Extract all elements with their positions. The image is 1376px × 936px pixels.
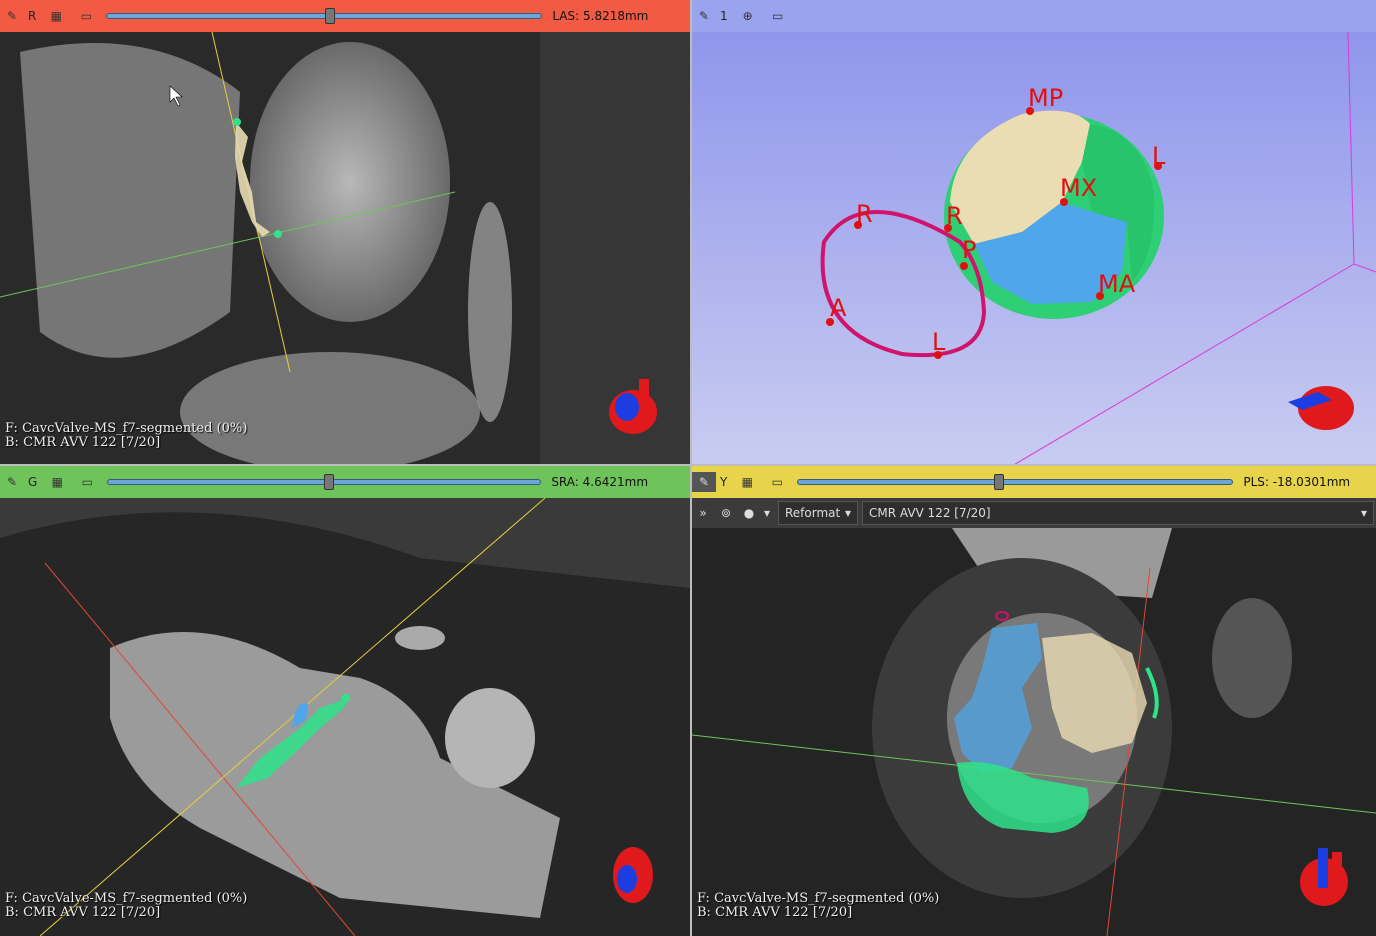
reformat-button[interactable]: Reformat ▾ — [778, 501, 858, 525]
eye-icon[interactable]: ● — [738, 506, 760, 520]
red-slice-controller: ✎ R ▦ ▭ LAS: 5.8218mm — [0, 0, 690, 32]
3d-render: MP L MX R P MA R A L — [692, 32, 1376, 466]
yellow-slice-view[interactable]: ✎ Y ▦ ▭ PLS: -18.0301mm » ⊚ ● ▾ Reformat… — [692, 466, 1376, 936]
link-icon[interactable]: ⊚ — [714, 506, 738, 520]
maximize-icon[interactable]: ▭ — [765, 472, 789, 492]
slice-offset-slider[interactable] — [106, 8, 543, 24]
threed-view[interactable]: ✎ 1 ⊕ ▭ MP L MX R P MA R A L — [692, 0, 1376, 466]
maximize-icon[interactable]: ▭ — [75, 472, 99, 492]
layer-info: F: CavcValve-MS_f7-segmented (0%) B: CMR… — [5, 892, 247, 920]
threed-view-controller: ✎ 1 ⊕ ▭ — [692, 0, 1376, 32]
layer-info: F: CavcValve-MS_f7-segmented (0%) B: CMR… — [5, 422, 247, 450]
landmark-label: MA — [1098, 270, 1136, 298]
pin-icon[interactable]: ✎ — [0, 6, 24, 26]
landmark-label: MX — [1060, 174, 1097, 202]
yellow-slice-controller: ✎ Y ▦ ▭ PLS: -18.0301mm — [692, 466, 1376, 498]
slice-offset-slider[interactable] — [107, 474, 542, 490]
green-slice-view[interactable]: ✎ G ▦ ▭ SRA: 4.6421mm F: CavcValve-MS_f7… — [0, 466, 690, 936]
maximize-icon[interactable]: ▭ — [74, 6, 98, 26]
expand-icon[interactable]: » — [692, 506, 714, 520]
pin-icon[interactable]: ✎ — [0, 472, 24, 492]
background-layer-info: B: CMR AVV 122 [7/20] — [697, 905, 853, 920]
foreground-layer-info: F: CavcValve-MS_f7-segmented (0%) — [5, 421, 248, 436]
slider-handle[interactable] — [325, 8, 336, 24]
volume-selector-value: CMR AVV 122 [7/20] — [869, 506, 991, 520]
volume-selector[interactable]: CMR AVV 122 [7/20] ▾ — [862, 501, 1374, 525]
slider-handle[interactable] — [324, 474, 335, 490]
yellow-image-area[interactable]: F: CavcValve-MS_f7-segmented (0%) B: CMR… — [692, 528, 1376, 936]
slice-offset-readout: PLS: -18.0301mm — [1243, 475, 1351, 489]
vertical-divider[interactable] — [690, 0, 692, 936]
link-icon[interactable]: ▦ — [735, 472, 759, 492]
slice-offset-readout: LAS: 5.8218mm — [552, 9, 649, 23]
landmark-label: P — [962, 236, 976, 264]
view-label: Y — [720, 475, 728, 489]
red-image-area[interactable]: F: CavcValve-MS_f7-segmented (0%) B: CMR… — [0, 32, 690, 466]
view-label: G — [28, 475, 38, 489]
green-slice-controller: ✎ G ▦ ▭ SRA: 4.6421mm — [0, 466, 690, 498]
background-layer-info: B: CMR AVV 122 [7/20] — [5, 435, 161, 450]
center-view-icon[interactable]: ⊕ — [736, 6, 760, 26]
slice-offset-readout: SRA: 4.6421mm — [551, 475, 649, 489]
red-slice-view[interactable]: ✎ R ▦ ▭ LAS: 5.8218mm F: CavcValve-MS_f7… — [0, 0, 690, 466]
mri-image — [692, 528, 1376, 936]
chevron-down-icon[interactable]: ▾ — [760, 506, 774, 520]
mri-image — [0, 32, 690, 466]
view-label: 1 — [720, 9, 728, 23]
slider-handle[interactable] — [994, 474, 1005, 490]
threed-render-area[interactable]: MP L MX R P MA R A L — [692, 32, 1376, 466]
slice-offset-slider[interactable] — [797, 474, 1234, 490]
landmark-label: MP — [1028, 84, 1063, 112]
yellow-options-bar: » ⊚ ● ▾ Reformat ▾ CMR AVV 122 [7/20] ▾ — [692, 498, 1376, 528]
link-icon[interactable]: ▦ — [44, 6, 68, 26]
pin-icon[interactable]: ✎ — [692, 472, 716, 492]
heart-orientation-icon — [613, 847, 653, 903]
chevron-down-icon: ▾ — [1360, 506, 1367, 520]
horizontal-divider[interactable] — [0, 464, 1376, 466]
mri-image — [0, 498, 690, 936]
foreground-layer-info: F: CavcValve-MS_f7-segmented (0%) — [697, 891, 940, 906]
reformat-label: Reformat — [785, 506, 841, 520]
maximize-icon[interactable]: ▭ — [766, 6, 790, 26]
view-label: R — [28, 9, 37, 23]
chevron-down-icon: ▾ — [844, 506, 851, 520]
pin-icon[interactable]: ✎ — [692, 6, 716, 26]
background-layer-info: B: CMR AVV 122 [7/20] — [5, 905, 161, 920]
layer-info: F: CavcValve-MS_f7-segmented (0%) B: CMR… — [697, 892, 939, 920]
landmark-label: A — [830, 294, 847, 322]
link-icon[interactable]: ▦ — [45, 472, 69, 492]
foreground-layer-info: F: CavcValve-MS_f7-segmented (0%) — [5, 891, 248, 906]
green-image-area[interactable]: F: CavcValve-MS_f7-segmented (0%) B: CMR… — [0, 498, 690, 936]
